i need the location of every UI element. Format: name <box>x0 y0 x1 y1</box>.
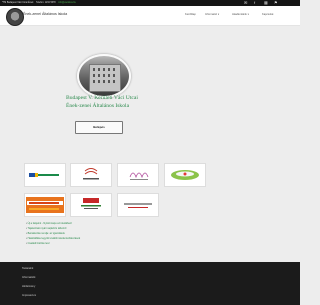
program-4-logo-icon <box>171 170 199 180</box>
footer-link[interactable]: Impresszum <box>22 294 36 297</box>
program-3-logo-icon <box>129 172 149 180</box>
card-program-4[interactable] <box>164 163 206 187</box>
calendar-icon[interactable]: ▦ <box>264 0 268 5</box>
digitalis-logo-icon <box>26 197 64 213</box>
school-logo[interactable] <box>6 8 24 26</box>
footer-link[interactable]: Információk <box>22 276 35 279</box>
topbar-email[interactable]: info@vaciutca.hu <box>58 2 76 4</box>
site-name[interactable]: Ének-zenei Általános Iskola <box>23 12 67 16</box>
card-program-6[interactable] <box>70 193 112 217</box>
mail-icon[interactable]: ✉ <box>244 0 247 5</box>
footer-link[interactable]: Hirdetmény <box>22 285 35 288</box>
school-title-line1: Budapest V. Kerületi Váci Utcai <box>66 95 138 101</box>
news-link[interactable]: Határidőkkel együtt további iskolai korl… <box>26 237 81 242</box>
flag-icon[interactable]: ⚑ <box>274 0 278 5</box>
topbar-school: *TM Budapest Váci Utcai Ének <box>2 2 34 4</box>
program-2-logo-icon <box>83 168 99 180</box>
login-button[interactable]: Belépés <box>75 121 123 134</box>
news-links: Új a tiétjeink - Nyitott kapu az iskoláb… <box>26 222 81 247</box>
nav-home[interactable]: Kezdőlap <box>185 13 196 16</box>
facebook-icon[interactable]: f <box>254 0 255 5</box>
nav-academies[interactable]: Akadémiáink ▾ <box>232 13 249 16</box>
card-digitalis[interactable] <box>24 193 66 217</box>
school-title: Budapest V. Kerületi Váci Utcai Ének-zen… <box>66 95 138 110</box>
news-link[interactable]: Családi fotózás lesz <box>26 242 80 247</box>
card-program-3[interactable] <box>117 163 159 187</box>
footer-link[interactable]: Tanáraink <box>22 267 33 270</box>
card-erasmus-plus[interactable] <box>24 163 66 187</box>
nav-info[interactable]: Információ ▾ <box>205 13 219 16</box>
main-navbar: Ének-zenei Általános Iskola Kezdőlap Inf… <box>0 6 300 26</box>
school-building-image <box>77 54 131 98</box>
program-7-logo-icon <box>124 203 152 208</box>
erasmus-logo-icon <box>29 173 59 177</box>
program-6-logo-icon <box>81 198 101 209</box>
topbar-phone: Telefon: 1234 5678 <box>36 2 56 4</box>
school-title-line2: Ének-zenei Általános Iskola <box>66 102 130 109</box>
footer: Tanáraink Információk Hirdetmény Impress… <box>0 262 300 305</box>
card-program-2[interactable] <box>70 163 112 187</box>
nav-contact[interactable]: Kapcsolat <box>262 13 273 16</box>
card-program-7[interactable] <box>117 193 159 217</box>
